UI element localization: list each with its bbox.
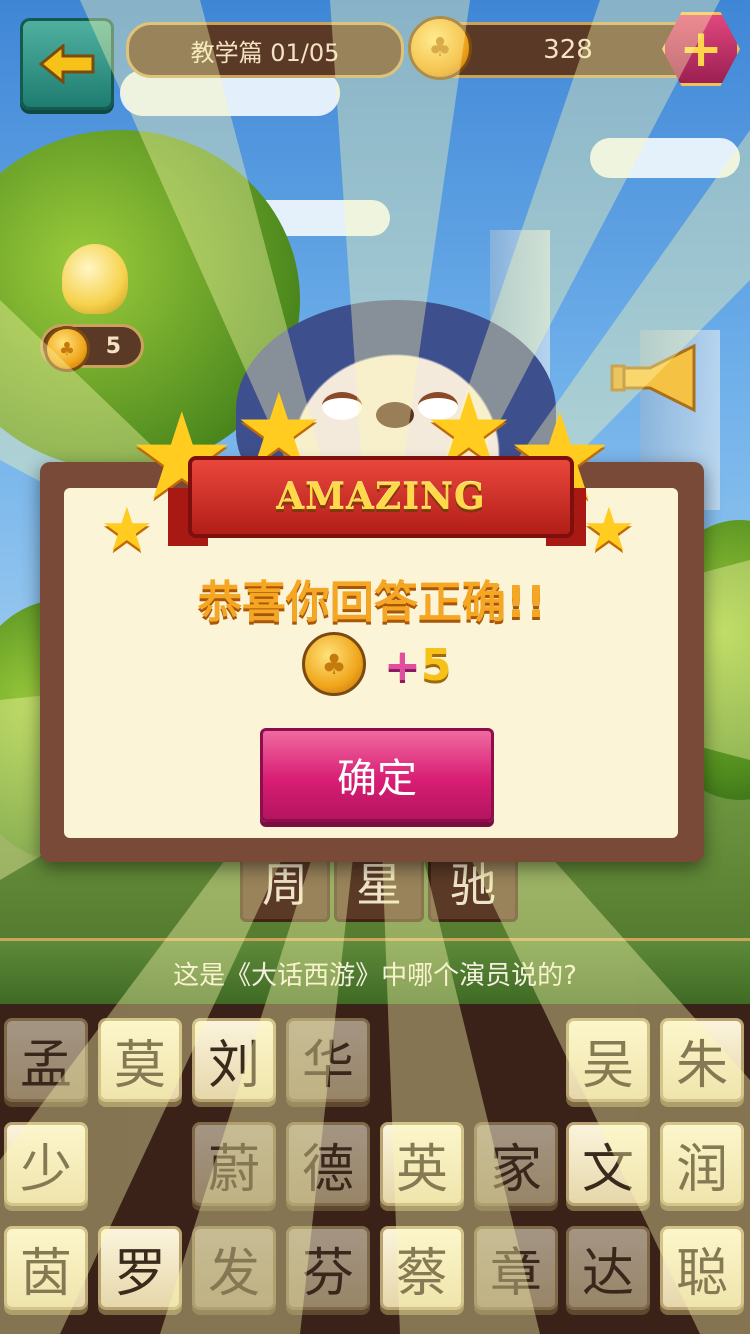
char-tile[interactable]: 蔡 — [380, 1226, 464, 1310]
confirm-button[interactable]: 确定 — [260, 728, 494, 822]
char-tile[interactable]: 吴 — [566, 1018, 650, 1102]
reward-plus: + — [384, 640, 421, 691]
megaphone-icon[interactable] — [610, 340, 706, 416]
char-tile[interactable]: 刘 — [192, 1018, 276, 1102]
char-tile[interactable]: 华 — [286, 1018, 370, 1102]
dog-nose — [376, 402, 414, 428]
char-tile[interactable]: 润 — [660, 1122, 744, 1206]
level-label: 教学篇 01/05 — [126, 22, 404, 78]
coin-icon: ♣ — [408, 16, 472, 80]
char-tile[interactable]: 莫 — [98, 1018, 182, 1102]
char-tile[interactable]: 家 — [474, 1122, 558, 1206]
char-tile[interactable]: 英 — [380, 1122, 464, 1206]
char-tile[interactable]: 聪 — [660, 1226, 744, 1310]
amazing-banner: AMAZING — [188, 456, 574, 538]
char-tile[interactable]: 蔚 — [192, 1122, 276, 1206]
congrats-message: 恭喜你回答正确!! — [197, 577, 547, 628]
coin-icon: ♣ — [44, 326, 90, 372]
cloud — [590, 138, 740, 178]
star-icon: ★ — [582, 495, 636, 565]
star-icon: ★ — [100, 495, 154, 565]
question-text: 这是《大话西游》中哪个演员说的? — [0, 938, 750, 1008]
lightbulb-icon[interactable] — [62, 244, 128, 314]
char-tile[interactable]: 章 — [474, 1226, 558, 1310]
character-grid: 孟 莫 刘 华 吴 朱 少 蔚 德 英 家 文 润 茵 罗 发 芬 蔡 章 达 … — [0, 1004, 750, 1334]
reward-amount: +5 — [384, 640, 452, 691]
char-tile[interactable]: 茵 — [4, 1226, 88, 1310]
char-tile[interactable]: 发 — [192, 1226, 276, 1310]
char-tile[interactable]: 孟 — [4, 1018, 88, 1102]
back-arrow-icon — [39, 44, 95, 84]
char-tile[interactable]: 达 — [566, 1226, 650, 1310]
char-tile[interactable]: 文 — [566, 1122, 650, 1206]
game-screen: 教学篇 01/05 328 ♣ + 5 ♣ 周 星 驰 这是《大话西游》中哪个演… — [0, 0, 750, 1334]
hint-cost-value: 5 — [105, 333, 121, 359]
back-button[interactable] — [20, 18, 114, 110]
plus-icon: + — [679, 19, 723, 79]
char-tile[interactable]: 少 — [4, 1122, 88, 1206]
dog-eye — [322, 392, 362, 420]
confirm-button-label: 确定 — [337, 756, 417, 802]
char-tile[interactable]: 罗 — [98, 1226, 182, 1310]
coin-icon: ♣ — [302, 632, 366, 696]
char-tile[interactable]: 德 — [286, 1122, 370, 1206]
banner-title: AMAZING — [276, 476, 486, 518]
char-tile[interactable]: 芬 — [286, 1226, 370, 1310]
reward-value: 5 — [420, 640, 452, 691]
char-tile[interactable]: 朱 — [660, 1018, 744, 1102]
coin-count-value: 328 — [543, 35, 593, 65]
